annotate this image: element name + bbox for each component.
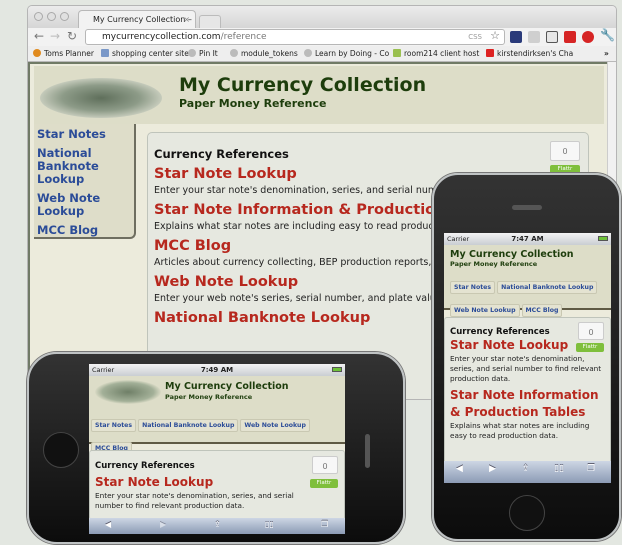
back-icon[interactable]: ← xyxy=(34,29,44,43)
portrait-phone: Carrier 7:47 AM My Currency Collection P… xyxy=(432,173,621,541)
section-heading: Currency References xyxy=(95,461,195,471)
flattr-button[interactable]: Flattr xyxy=(310,479,338,488)
bookmark[interactable]: Learn by Doing - Co xyxy=(304,46,389,61)
bookmarks-bar: Toms Planner shopping center site Pin It… xyxy=(28,46,616,62)
entry-description: Explains what star notes are including e… xyxy=(450,421,590,440)
url-domain: mycurrencycollection.com xyxy=(102,32,221,42)
bookmark[interactable]: Toms Planner xyxy=(33,46,94,61)
like-counter: 0 xyxy=(578,322,604,340)
bookmark[interactable]: room214 client host xyxy=(393,46,479,61)
mobile-main: 0 Flattr Currency References Star Note L… xyxy=(444,317,611,467)
like-counter: 0 xyxy=(312,456,338,474)
landscape-phone: Carrier 7:49 AM My Currency Collection P… xyxy=(27,352,405,544)
extension-icon[interactable] xyxy=(564,31,576,43)
nav-mcc-blog[interactable]: MCC Blog xyxy=(37,224,131,237)
address-bar[interactable]: mycurrencycollection.com/reference CSS ☆ xyxy=(85,29,505,45)
title-bar: My Currency Collection – US × xyxy=(28,6,616,28)
mobile-main: 0 Flattr Currency References Star Note L… xyxy=(89,450,345,520)
site-subtitle: Paper Money Reference xyxy=(450,260,538,268)
extension-icon[interactable] xyxy=(582,31,594,43)
site-title[interactable]: My Currency Collection xyxy=(165,381,289,392)
portrait-screen: Carrier 7:47 AM My Currency Collection P… xyxy=(444,233,611,483)
bookmark[interactable]: module_tokens xyxy=(230,46,298,61)
bookmarks-icon[interactable]: ▯▯ xyxy=(554,464,564,474)
back-icon[interactable]: ◀ xyxy=(456,464,463,474)
bookmark[interactable]: shopping center site xyxy=(101,46,189,61)
entry-description: Enter your star note's denomination, ser… xyxy=(450,354,602,383)
bookmark[interactable]: Pin It xyxy=(188,46,218,61)
nav-web-note-lookup[interactable]: Web Note Lookup xyxy=(240,419,310,432)
url-path: /reference xyxy=(220,32,267,42)
landscape-screen: Carrier 7:49 AM My Currency Collection P… xyxy=(89,364,345,534)
treasury-building-engraving xyxy=(40,78,162,118)
share-icon[interactable]: ⇪ xyxy=(522,464,530,474)
speaker-grille xyxy=(512,205,542,210)
extension-icon[interactable] xyxy=(528,31,540,43)
battery-icon xyxy=(598,236,608,241)
mobile-header: My Currency Collection Paper Money Refer… xyxy=(444,245,611,317)
status-bar: Carrier 7:49 AM xyxy=(89,364,345,376)
zoom-window-button[interactable] xyxy=(60,12,69,21)
nav-star-notes[interactable]: Star Notes xyxy=(450,281,496,294)
speaker-grille xyxy=(365,434,370,468)
tabs-icon[interactable]: ❐ xyxy=(321,520,328,529)
forward-icon[interactable]: ▶ xyxy=(160,520,166,529)
back-icon[interactable]: ◀ xyxy=(105,520,111,529)
forward-icon[interactable]: → xyxy=(50,29,60,43)
nav-national-banknote-lookup[interactable]: National Banknote Lookup xyxy=(138,419,239,432)
site-title[interactable]: My Currency Collection xyxy=(450,249,605,260)
like-counter: 0 xyxy=(550,141,580,161)
nav-mcc-blog[interactable]: MCC Blog xyxy=(521,304,563,317)
home-button[interactable] xyxy=(43,432,79,468)
entry-title-link[interactable]: Star Note Lookup xyxy=(95,474,339,491)
new-tab-button[interactable] xyxy=(199,15,221,28)
entry-description: Enter your star note's denomination, ser… xyxy=(95,491,294,510)
site-subtitle: Paper Money Reference xyxy=(165,393,253,401)
extension-icon[interactable] xyxy=(546,31,558,43)
nav-star-notes[interactable]: Star Notes xyxy=(37,128,131,141)
bookmark-star-icon[interactable]: ☆ xyxy=(490,29,500,43)
clock: 7:49 AM xyxy=(200,366,234,374)
home-button[interactable] xyxy=(509,495,545,531)
extension-icon[interactable] xyxy=(510,31,522,43)
bookmark[interactable]: kirstendirksen's Cha xyxy=(486,46,573,61)
battery-icon xyxy=(332,367,342,372)
nav-web-note-lookup[interactable]: Web Note Lookup xyxy=(37,192,107,218)
toolbar: ← → ↻ mycurrencycollection.com/reference… xyxy=(28,28,616,46)
css-badge: CSS xyxy=(468,33,482,41)
close-tab-icon[interactable]: × xyxy=(183,11,190,28)
flattr-button[interactable]: Flattr xyxy=(576,343,604,352)
bookmarks-overflow-button[interactable]: » xyxy=(604,46,609,61)
sidebar-nav: Star Notes National Banknote Lookup Web … xyxy=(34,124,136,239)
nav-national-banknote-lookup[interactable]: National Banknote Lookup xyxy=(37,147,107,186)
status-bar: Carrier 7:47 AM xyxy=(444,233,611,245)
reload-icon[interactable]: ↻ xyxy=(67,29,77,43)
forward-icon[interactable]: ▶ xyxy=(489,464,496,474)
safari-toolbar: ◀ ▶ ⇪ ▯▯ ❐ xyxy=(89,518,345,534)
close-window-button[interactable] xyxy=(34,12,43,21)
safari-toolbar: ◀ ▶ ⇪ ▯▯ ❐ xyxy=(444,461,611,483)
tab-title: My Currency Collection – US xyxy=(93,15,196,24)
site-header: My Currency Collection Paper Money Refer… xyxy=(34,66,604,124)
share-icon[interactable]: ⇪ xyxy=(214,520,221,529)
tabs-icon[interactable]: ❐ xyxy=(587,464,595,474)
site-title[interactable]: My Currency Collection xyxy=(179,74,426,96)
mobile-header: My Currency Collection Paper Money Refer… xyxy=(89,376,345,455)
nav-star-notes[interactable]: Star Notes xyxy=(91,419,137,432)
nav-national-banknote-lookup[interactable]: National Banknote Lookup xyxy=(497,281,598,294)
clock: 7:47 AM xyxy=(511,235,544,243)
site-subtitle: Paper Money Reference xyxy=(179,97,327,110)
section-heading: Currency References xyxy=(154,147,289,161)
bookmarks-icon[interactable]: ▯▯ xyxy=(265,520,274,529)
minimize-window-button[interactable] xyxy=(47,12,56,21)
tab-my-currency-collection[interactable]: My Currency Collection – US × xyxy=(78,10,196,28)
entry-title-link[interactable]: Star Note Information & Production Table… xyxy=(450,387,605,421)
nav-web-note-lookup[interactable]: Web Note Lookup xyxy=(450,304,520,317)
treasury-building-engraving xyxy=(95,380,161,404)
wrench-icon[interactable]: 🔧 xyxy=(600,28,615,42)
